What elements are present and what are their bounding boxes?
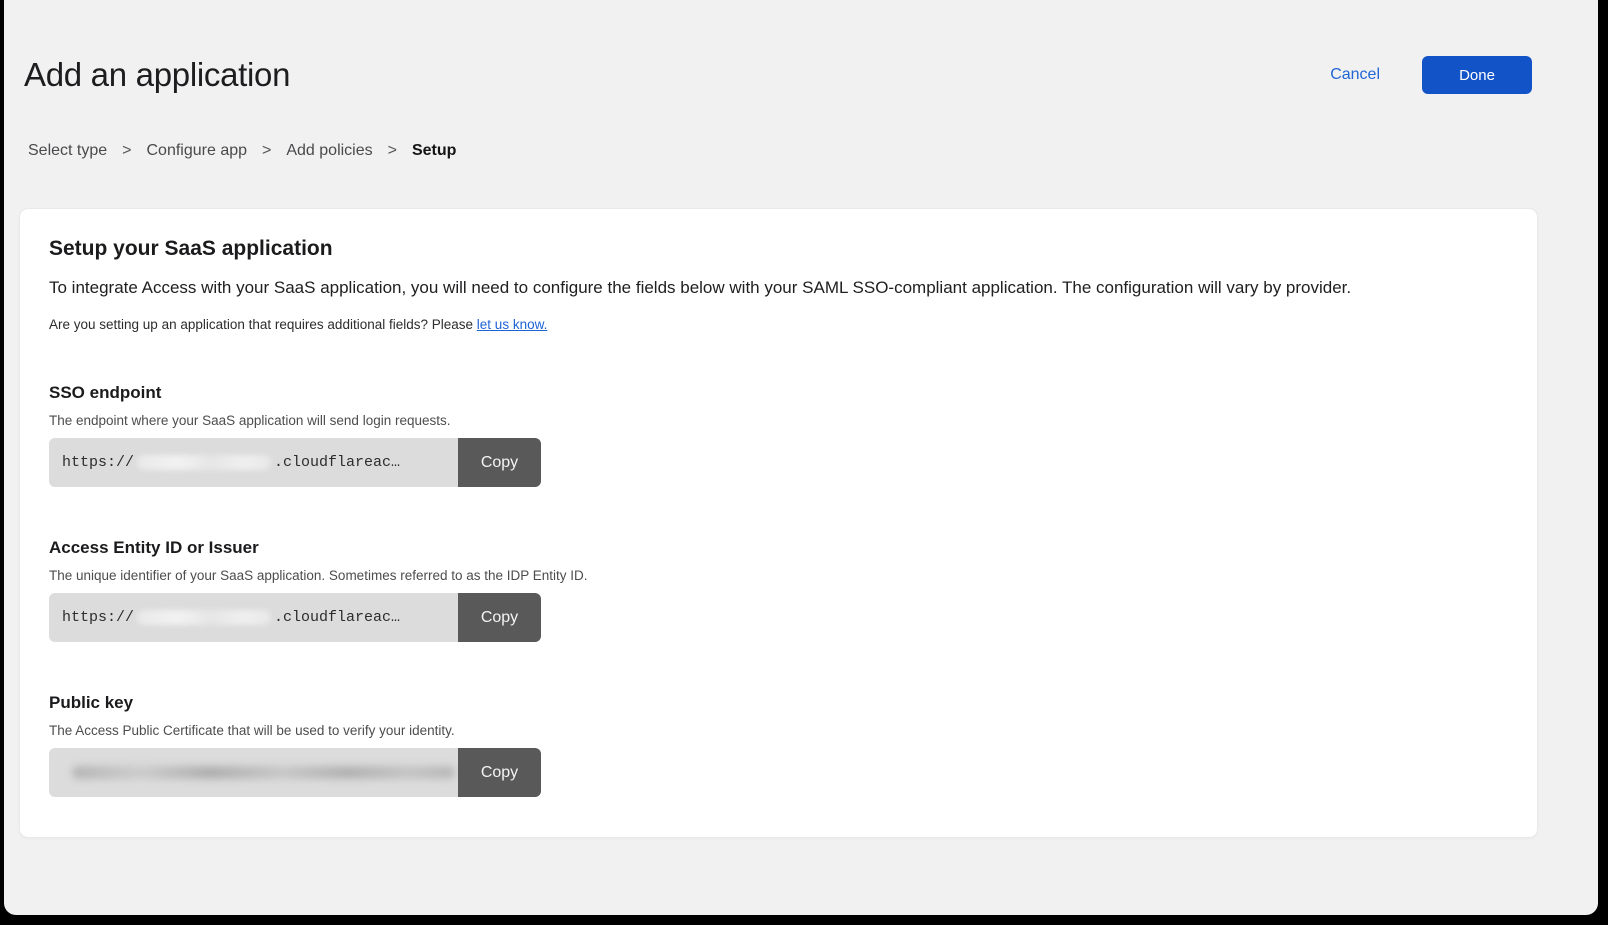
- value-suffix: .cloudflareac…: [274, 609, 400, 626]
- breadcrumb-configure-app[interactable]: Configure app: [147, 142, 248, 160]
- breadcrumb-add-policies[interactable]: Add policies: [286, 142, 372, 160]
- field-description: The endpoint where your SaaS application…: [49, 413, 1507, 428]
- let-us-know-link[interactable]: let us know.: [477, 317, 548, 332]
- field-label: Access Entity ID or Issuer: [49, 538, 1507, 558]
- value-prefix: https://: [62, 454, 134, 471]
- entity-id-copy-row: https:// .cloudflareac… Copy: [49, 593, 541, 642]
- breadcrumb-separator: >: [122, 142, 131, 160]
- card-description: To integrate Access with your SaaS appli…: [49, 278, 1507, 298]
- breadcrumb-setup[interactable]: Setup: [412, 142, 456, 160]
- setup-card: Setup your SaaS application To integrate…: [19, 208, 1538, 838]
- field-group-sso-endpoint: SSO endpoint The endpoint where your Saa…: [49, 383, 1507, 487]
- breadcrumb: Select type > Configure app > Add polici…: [28, 142, 1598, 160]
- copy-button[interactable]: Copy: [458, 748, 541, 797]
- field-description: The unique identifier of your SaaS appli…: [49, 568, 1507, 583]
- entity-id-value: https:// .cloudflareac…: [49, 593, 458, 642]
- breadcrumb-separator: >: [388, 142, 397, 160]
- copy-button[interactable]: Copy: [458, 593, 541, 642]
- redacted-text: [72, 766, 455, 779]
- copy-button[interactable]: Copy: [458, 438, 541, 487]
- sso-endpoint-value: https:// .cloudflareac…: [49, 438, 458, 487]
- page-title: Add an application: [24, 56, 290, 94]
- page-header: Add an application Cancel Done: [4, 0, 1598, 94]
- add-application-page: Add an application Cancel Done Select ty…: [4, 0, 1598, 915]
- card-note: Are you setting up an application that r…: [49, 317, 1507, 332]
- field-label: SSO endpoint: [49, 383, 1507, 403]
- field-description: The Access Public Certificate that will …: [49, 723, 1507, 738]
- field-group-entity-id: Access Entity ID or Issuer The unique id…: [49, 538, 1507, 642]
- public-key-value: [49, 748, 458, 797]
- card-note-text: Are you setting up an application that r…: [49, 317, 473, 332]
- value-prefix: https://: [62, 609, 134, 626]
- field-group-public-key: Public key The Access Public Certificate…: [49, 693, 1507, 797]
- breadcrumb-select-type[interactable]: Select type: [28, 142, 107, 160]
- value-suffix: .cloudflareac…: [274, 454, 400, 471]
- redacted-text: [137, 610, 271, 625]
- sso-endpoint-copy-row: https:// .cloudflareac… Copy: [49, 438, 541, 487]
- public-key-copy-row: Copy: [49, 748, 541, 797]
- card-heading: Setup your SaaS application: [49, 237, 1507, 261]
- breadcrumb-separator: >: [262, 142, 271, 160]
- field-label: Public key: [49, 693, 1507, 713]
- done-button[interactable]: Done: [1422, 56, 1532, 94]
- header-actions: Cancel Done: [1330, 56, 1532, 94]
- cancel-button[interactable]: Cancel: [1330, 66, 1380, 84]
- redacted-text: [137, 455, 271, 470]
- screenshot-frame: Add an application Cancel Done Select ty…: [0, 0, 1608, 925]
